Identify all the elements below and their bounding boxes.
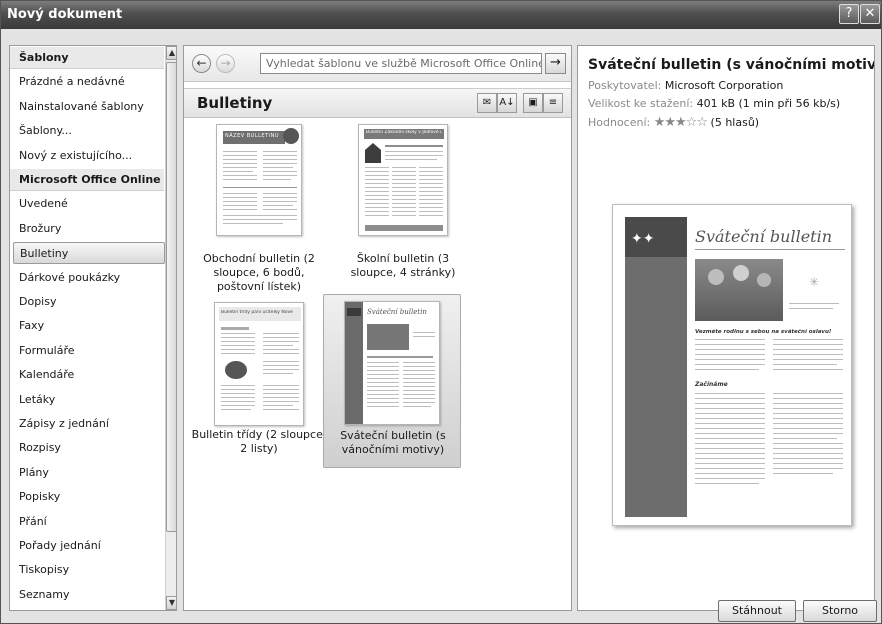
category-item[interactable]: Seznamy: [10, 584, 164, 606]
preview-heading: Sváteční bulletin: [695, 227, 833, 246]
search-go-icon[interactable]: →: [545, 53, 566, 74]
category-scrollbar[interactable]: ▲ ▼: [165, 46, 176, 610]
template-item[interactable]: Bulletin Základní školy v Jedlové ulici: [334, 120, 472, 292]
size-row: Velikost ke stažení: 401 kB (1 min při 5…: [588, 97, 840, 110]
template-thumbnail: Bulletin třídy paní učitelky Nové: [214, 302, 304, 426]
category-item[interactable]: Plány: [10, 462, 164, 484]
details-view-icon[interactable]: ≡: [543, 93, 563, 113]
template-label: Bulletin třídy (2 sloupce, 2 listy): [191, 428, 327, 455]
template-thumbnail: Bulletin Základní školy v Jedlové ulici: [358, 124, 448, 236]
category-item[interactable]: Prázdné a nedávné: [10, 71, 164, 93]
category-item[interactable]: Šablony...: [10, 120, 164, 142]
category-header[interactable]: Šablony: [10, 47, 164, 69]
title-bar[interactable]: Nový dokument ? ✕: [1, 1, 881, 29]
category-header[interactable]: Microsoft Office Online: [10, 169, 164, 191]
scroll-up-icon[interactable]: ▲: [166, 46, 176, 60]
scroll-thumb[interactable]: [166, 62, 176, 532]
scroll-down-icon[interactable]: ▼: [166, 596, 176, 610]
preview-section: Začínáme: [695, 381, 728, 388]
category-item[interactable]: Formuláře: [10, 340, 164, 362]
sort-by-rating-icon[interactable]: ✉: [477, 93, 497, 113]
category-item[interactable]: Přání: [10, 511, 164, 533]
download-button[interactable]: Stáhnout: [718, 600, 796, 622]
provider-label: Poskytovatel:: [588, 79, 662, 92]
template-thumbnail: Název bulletinu: [216, 124, 302, 236]
template-thumbnail: Sváteční bulletin: [344, 301, 440, 425]
section-title: Bulletiny: [197, 94, 273, 112]
preview-subheading: Vezměte rodinu s sebou na sváteční oslav…: [695, 329, 832, 335]
thumbnail-heading: Bulletin Základní školy v Jedlové ulici: [366, 130, 442, 135]
rating-row: Hodnocení: ★★★☆☆ (5 hlasů): [588, 115, 759, 130]
template-label: Obchodní bulletin (2 sloupce, 6 bodů, po…: [203, 252, 315, 293]
provider-row: Poskytovatel: Microsoft Corporation: [588, 79, 783, 92]
category-item[interactable]: Nainstalované šablony: [10, 96, 164, 118]
thumbnail-heading: Název bulletinu: [225, 133, 280, 139]
category-item[interactable]: Faxy: [10, 315, 164, 337]
back-arrow-icon[interactable]: ←: [192, 54, 211, 73]
category-item[interactable]: Nový z existujícího...: [10, 145, 164, 167]
category-item-selected[interactable]: Bulletiny: [13, 242, 165, 265]
category-item[interactable]: Pořady jednání: [10, 535, 164, 557]
sort-az-icon[interactable]: A↓: [497, 93, 517, 113]
template-preview: ✦✦ Sváteční bulletin ✳ Vezměte rodinu s …: [612, 204, 852, 526]
details-title: Sváteční bulletin (s vánočními motivy): [588, 57, 875, 73]
thumbnail-heading: Bulletin třídy paní učitelky Nové: [221, 310, 293, 315]
category-item[interactable]: Letáky: [10, 389, 164, 411]
section-header: Bulletiny ✉ A↓ ▣ ≡: [184, 88, 571, 118]
help-button[interactable]: ?: [839, 4, 859, 24]
category-item[interactable]: Rozpisy: [10, 437, 164, 459]
sleigh-icon: ✦✦: [631, 231, 655, 247]
category-item[interactable]: Dopisy: [10, 291, 164, 313]
category-item[interactable]: Popisky: [10, 486, 164, 508]
template-item[interactable]: Bulletin třídy paní učitelky Nové Bullet…: [190, 294, 328, 468]
category-item[interactable]: Tiskopisy: [10, 559, 164, 581]
template-item[interactable]: Název bulletinu Obchodní bulletin: [190, 120, 328, 293]
search-input[interactable]: Vyhledat šablonu ve službě Microsoft Off…: [260, 53, 542, 74]
template-item-selected[interactable]: Sváteční bulletin Sváteční bulletin (s v…: [323, 294, 461, 468]
thumbnail-heading: Sváteční bulletin: [367, 308, 427, 316]
large-icons-view-icon[interactable]: ▣: [523, 93, 543, 113]
size-label: Velikost ke stažení:: [588, 97, 694, 110]
template-label: Sváteční bulletin (s vánočními motivy): [340, 429, 446, 456]
snowflake-icon: ✳: [809, 275, 820, 289]
rating-label: Hodnocení:: [588, 116, 651, 129]
template-gallery: ← → Vyhledat šablonu ve službě Microsoft…: [183, 45, 572, 611]
category-item[interactable]: Dárkové poukázky: [10, 267, 164, 289]
category-item[interactable]: Kalendáře: [10, 364, 164, 386]
navigation-bar: ← → Vyhledat šablonu ve službě Microsoft…: [184, 46, 571, 82]
size-value: 401 kB (1 min při 56 kb/s): [696, 97, 841, 110]
provider-value: Microsoft Corporation: [664, 79, 784, 92]
close-button[interactable]: ✕: [860, 4, 880, 24]
forward-arrow-icon[interactable]: →: [216, 54, 235, 73]
category-item[interactable]: Brožury: [10, 218, 164, 240]
rating-stars-icon[interactable]: ★★★☆☆: [654, 115, 708, 130]
template-details: Sváteční bulletin (s vánočními motivy) P…: [577, 45, 875, 611]
rating-count: (5 hlasů): [710, 116, 760, 129]
new-document-dialog: Nový dokument ? ✕ Šablony Prázdné a nedáv…: [0, 0, 882, 624]
dialog-title: Nový dokument: [7, 7, 123, 22]
category-list: Šablony Prázdné a nedávné Nainstalované ša…: [9, 45, 177, 611]
category-item[interactable]: Zápisy z jednání: [10, 413, 164, 435]
cancel-button[interactable]: Storno: [803, 600, 877, 622]
category-item[interactable]: Uvedené: [10, 193, 164, 215]
template-label: Školní bulletin (3 sloupce, 4 stránky): [350, 252, 456, 279]
